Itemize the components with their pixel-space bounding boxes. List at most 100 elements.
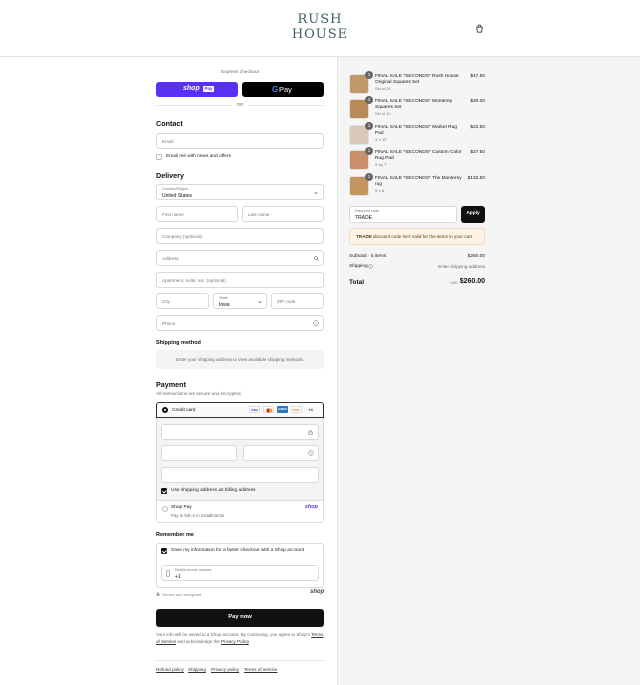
payment-subtitle: All transactions are secure and encrypte… xyxy=(156,391,242,396)
state-value: Iowa xyxy=(219,302,230,308)
chevron-down-icon xyxy=(314,191,318,195)
mobile-phone-label: Mobile phone number xyxy=(175,568,212,572)
country-select[interactable]: Country/Region United States xyxy=(156,184,324,200)
city-placeholder: City xyxy=(162,299,170,304)
shop-pay-logo: shop xyxy=(304,504,318,510)
shop-pay-button[interactable]: shop Pay xyxy=(156,82,238,97)
product-variant: Set of 12 xyxy=(375,111,391,116)
quantity-badge: 1 xyxy=(365,173,373,181)
news-checkbox[interactable] xyxy=(156,154,162,160)
payment-heading: Payment xyxy=(156,380,186,389)
expiration-field[interactable] xyxy=(161,445,237,461)
quantity-badge: 1 xyxy=(365,96,373,104)
shop-account-disclaimer: Your info will be saved to a Shop accoun… xyxy=(156,632,324,645)
footer-divider xyxy=(156,660,324,661)
bag-icon[interactable] xyxy=(475,24,484,33)
mobile-phone-field[interactable]: Mobile phone number +1 xyxy=(161,565,319,581)
save-info-checkbox[interactable] xyxy=(161,548,167,554)
logo-line-2: HOUSE xyxy=(291,27,349,42)
security-code-field[interactable]: ? xyxy=(243,445,319,461)
apply-discount-button[interactable]: Apply xyxy=(461,206,485,223)
or-label: OR xyxy=(232,102,248,107)
shop-privacy-link[interactable]: Privacy Policy xyxy=(221,639,249,644)
google-pay-button[interactable]: G Pay xyxy=(242,82,324,97)
first-name-placeholder: First name xyxy=(162,212,184,217)
shop-logo: shop xyxy=(310,589,325,595)
store-logo[interactable]: RUSH HOUSE xyxy=(280,12,360,42)
discount-code-field[interactable]: Discount code TRADE xyxy=(349,206,457,223)
first-name-field[interactable]: First name xyxy=(156,206,238,222)
privacy-policy-link[interactable]: Privacy policy xyxy=(211,667,239,672)
svg-text:?: ? xyxy=(310,451,312,455)
disclaimer-middle: and acknowledge the xyxy=(177,638,220,644)
search-icon xyxy=(314,256,319,261)
pay-now-button[interactable]: Pay now xyxy=(156,609,324,627)
phone-placeholder: Phone xyxy=(162,321,176,326)
product-variant: 3' x 12' xyxy=(375,137,388,142)
express-checkout-label: Express checkout xyxy=(221,70,259,75)
product-price: $22.50 xyxy=(470,125,485,130)
remember-me-heading: Remember me xyxy=(156,532,194,538)
apartment-field[interactable]: Apartment, suite, etc. (optional) xyxy=(156,272,324,288)
cart-line-item: 1 FINAL SALE *SECONDS* The Monterey rug … xyxy=(349,173,485,198)
google-pay-label: Pay xyxy=(279,85,292,94)
site-header: RUSH HOUSE xyxy=(0,0,640,57)
product-price: $30.00 xyxy=(470,99,485,104)
zip-field[interactable]: ZIP code xyxy=(271,293,324,309)
last-name-field[interactable]: Last name xyxy=(242,206,324,222)
email-field[interactable]: Email xyxy=(156,133,324,149)
mastercard-icon xyxy=(263,406,274,413)
company-field[interactable]: Company (optional) xyxy=(156,228,324,244)
billing-same-label: Use shipping address as billing address xyxy=(171,488,256,493)
credit-card-radio[interactable] xyxy=(162,407,168,413)
logo-line-1: RUSH xyxy=(297,12,343,27)
shipping-method-box: Enter your shipping address to view avai… xyxy=(156,350,324,369)
product-title: FINAL SALE *SECONDS* Rush House Original… xyxy=(375,74,459,85)
mobile-phone-value: +1 xyxy=(175,574,181,580)
country-value: United States xyxy=(162,193,193,199)
terms-of-service-link[interactable]: Terms of service xyxy=(244,667,277,672)
product-title: FINAL SALE *SECONDS* Custom Color Rug Pa… xyxy=(375,150,462,161)
card-number-field[interactable] xyxy=(161,424,319,440)
help-icon[interactable]: ? xyxy=(313,320,319,326)
secure-label: Secure and encrypted xyxy=(162,592,202,597)
google-g-icon: G xyxy=(272,85,279,94)
cart-line-item: 1 FINAL SALE *SECONDS* Monterey Squares … xyxy=(349,96,485,121)
billing-same-checkbox[interactable] xyxy=(161,488,167,494)
shipping-value: Enter shipping address xyxy=(438,264,485,269)
shop-pay-title: Shop Pay xyxy=(171,505,192,510)
country-label: Country/Region xyxy=(162,187,189,191)
disclaimer-end: . xyxy=(248,638,251,644)
discount-code-value: TRADE xyxy=(355,215,372,221)
discount-code-label: Discount code xyxy=(355,209,380,213)
shop-pay-subtitle: Pay in full or in installments xyxy=(171,513,225,518)
disclaimer-text: Your info will be saved to a Shop accoun… xyxy=(156,632,311,637)
news-label: Email me with news and offers xyxy=(166,154,231,159)
delivery-heading: Delivery xyxy=(156,171,184,180)
quantity-badge: 1 xyxy=(365,122,373,130)
shipping-policy-link[interactable]: Shipping xyxy=(188,667,206,672)
address-field[interactable]: Address xyxy=(156,250,324,266)
shop-pay-radio[interactable] xyxy=(162,506,168,512)
subtotal-value: $260.00 xyxy=(467,254,485,259)
help-icon[interactable]: ? xyxy=(368,264,373,269)
shop-pay-wordmark: shop xyxy=(183,85,200,92)
help-icon[interactable]: ? xyxy=(308,450,314,456)
quantity-badge: 1 xyxy=(365,71,373,79)
cart-line-item: 1 FINAL SALE *SECONDS* Market Rug Pad 3'… xyxy=(349,122,485,147)
last-name-placeholder: Last name xyxy=(248,212,270,217)
product-price: $47.50 xyxy=(470,74,485,79)
svg-text:?: ? xyxy=(315,321,317,325)
shop-pay-option[interactable]: Shop Pay Pay in full or in installments … xyxy=(156,500,324,523)
company-placeholder: Company (optional) xyxy=(162,234,203,239)
name-on-card-field[interactable] xyxy=(161,467,319,483)
shop-pay-badge: Pay xyxy=(203,86,215,92)
city-field[interactable]: City xyxy=(156,293,209,309)
apartment-placeholder: Apartment, suite, etc. (optional) xyxy=(162,278,226,283)
state-select[interactable]: State Iowa xyxy=(213,293,267,309)
phone-field[interactable]: Phone ? xyxy=(156,315,324,331)
cart-line-item: 1 FINAL SALE *SECONDS* Rush House Origin… xyxy=(349,71,485,96)
refund-policy-link[interactable]: Refund policy xyxy=(156,667,184,672)
address-placeholder: Address xyxy=(162,256,179,261)
product-title: FINAL SALE *SECONDS* Monterey Squares Se… xyxy=(375,99,453,110)
